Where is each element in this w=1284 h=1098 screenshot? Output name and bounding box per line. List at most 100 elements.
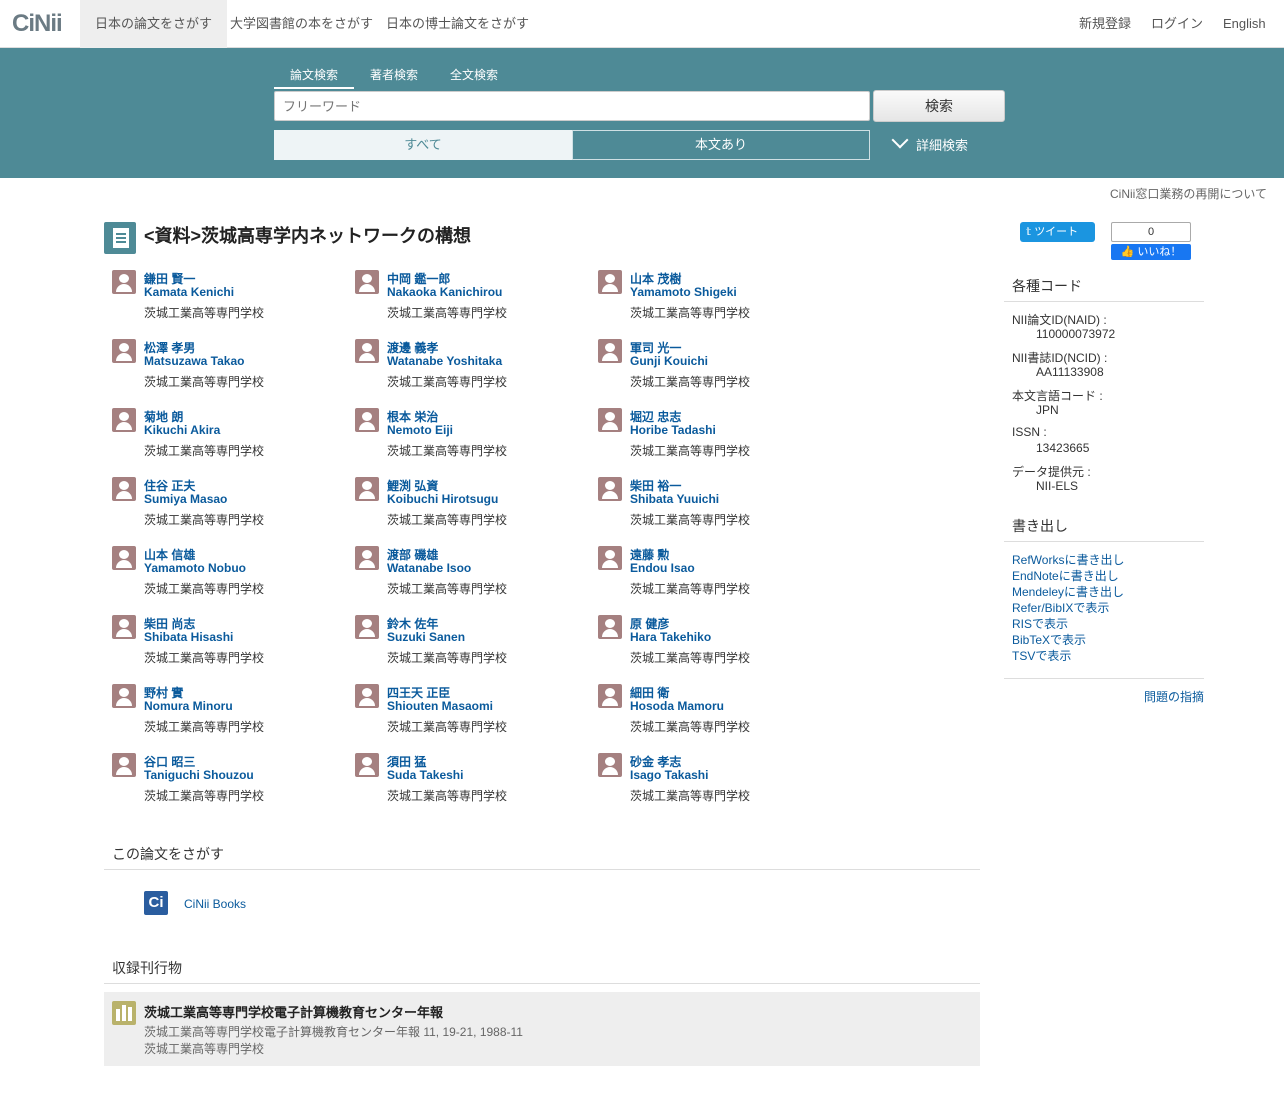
author-name-en[interactable]: Nemoto Eiji (387, 423, 453, 437)
author-name-en[interactable]: Kikuchi Akira (144, 423, 220, 437)
export-link[interactable]: TSVで表示 (1012, 647, 1071, 664)
avatar-icon (355, 408, 379, 432)
author-name-en[interactable]: Shiouten Masaomi (387, 699, 493, 713)
nav-tab-books[interactable]: 大学図書館の本をさがす (215, 0, 388, 48)
avatar-icon (355, 339, 379, 363)
author-name-en[interactable]: Watanabe Isoo (387, 561, 471, 575)
filter-fulltext[interactable]: 本文あり (572, 130, 870, 160)
author-affiliation: 茨城工業高等専門学校 (387, 582, 508, 596)
export-link[interactable]: Refer/BibIXで表示 (1012, 599, 1109, 616)
author-name-en[interactable]: Kamata Kenichi (144, 285, 234, 299)
avatar-icon (355, 546, 379, 570)
author-item: 谷口 昭三 Taniguchi Shouzou 茨城工業高等専門学校 (112, 753, 352, 813)
search-button[interactable]: 検索 (873, 90, 1005, 122)
author-item: 鈴木 佐年 Suzuki Sanen 茨城工業高等専門学校 (355, 615, 595, 675)
export-link[interactable]: Mendeleyに書き出し (1012, 583, 1124, 600)
chevron-down-icon (891, 131, 909, 149)
author-name-en[interactable]: Nakaoka Kanichirou (387, 285, 502, 299)
like-button[interactable]: 👍 いいね！ (1111, 244, 1191, 260)
author-affiliation: 茨城工業高等専門学校 (630, 720, 751, 734)
author-name-en[interactable]: Koibuchi Hirotsugu (387, 492, 498, 506)
tab-fulltext-search[interactable]: 全文検索 (450, 66, 498, 87)
avatar-icon (355, 615, 379, 639)
like-label: いいね！ (1137, 246, 1182, 258)
author-name-en[interactable]: Watanabe Yoshitaka (387, 354, 502, 368)
author-name-en[interactable]: Yamamoto Nobuo (144, 561, 246, 575)
avatar-icon (112, 339, 136, 363)
search-input[interactable] (274, 91, 870, 121)
author-affiliation: 茨城工業高等専門学校 (387, 789, 508, 803)
cinii-books-link[interactable]: CiNii Books (184, 897, 246, 911)
author-affiliation: 茨城工業高等専門学校 (144, 789, 265, 803)
author-name-en[interactable]: Nomura Minoru (144, 699, 233, 713)
author-affiliation: 茨城工業高等専門学校 (144, 720, 265, 734)
author-item: 中岡 鑑一郎 Nakaoka Kanichirou 茨城工業高等専門学校 (355, 270, 595, 330)
author-name-en[interactable]: Suzuki Sanen (387, 630, 465, 644)
search-band: 論文検索 著者検索 全文検索 検索 すべて 本文あり 詳細検索 (0, 48, 1284, 178)
export-link[interactable]: RISで表示 (1012, 615, 1068, 632)
avatar-icon (598, 753, 622, 777)
author-name-en[interactable]: Endou Isao (630, 561, 695, 575)
author-item: 鯉渕 弘資 Koibuchi Hirotsugu 茨城工業高等専門学校 (355, 477, 595, 537)
author-affiliation: 茨城工業高等専門学校 (630, 444, 751, 458)
avatar-icon (598, 339, 622, 363)
avatar-icon (598, 546, 622, 570)
like-count: 0 (1111, 222, 1191, 242)
divider (1004, 541, 1204, 542)
divider (104, 983, 980, 984)
avatar-icon (598, 684, 622, 708)
journal-card[interactable]: 茨城工業高等専門学校電子計算機教育センター年報 茨城工業高等専門学校電子計算機教… (104, 992, 980, 1066)
tab-author-search[interactable]: 著者検索 (370, 66, 418, 87)
avatar-icon (598, 615, 622, 639)
author-name-en[interactable]: Taniguchi Shouzou (144, 768, 254, 782)
tweet-button[interactable]: 𝕥 ツイート (1020, 222, 1095, 242)
author-name-en[interactable]: Hara Takehiko (630, 630, 711, 644)
avatar-icon (112, 615, 136, 639)
register-link[interactable]: 新規登録 (1079, 0, 1131, 48)
notice-link[interactable]: CiNii窓口業務の再開について (1110, 185, 1267, 202)
author-name-en[interactable]: Horibe Tadashi (630, 423, 716, 437)
filter-all[interactable]: すべて (274, 130, 572, 160)
export-link[interactable]: BibTeXで表示 (1012, 631, 1086, 648)
english-link[interactable]: English (1223, 0, 1266, 48)
avatar-icon (355, 270, 379, 294)
code-value: NII-ELS (1036, 479, 1079, 493)
author-affiliation: 茨城工業高等専門学校 (144, 582, 265, 596)
journal-title[interactable]: 茨城工業高等専門学校電子計算機教育センター年報 (144, 1002, 443, 1021)
tab-article-search[interactable]: 論文検索 (274, 66, 354, 89)
facebook-like[interactable]: 0 👍 いいね！ (1111, 222, 1191, 262)
author-item: 山本 信雄 Yamamoto Nobuo 茨城工業高等専門学校 (112, 546, 352, 606)
author-item: 四王天 正臣 Shiouten Masaomi 茨城工業高等専門学校 (355, 684, 595, 744)
top-nav: CiNii 日本の論文をさがす 大学図書館の本をさがす 日本の博士論文をさがす … (0, 0, 1284, 48)
nav-tab-articles[interactable]: 日本の論文をさがす (80, 0, 228, 48)
report-issue-link[interactable]: 問題の指摘 (1144, 688, 1204, 705)
author-name-en[interactable]: Shibata Yuuichi (630, 492, 719, 506)
export-link[interactable]: EndNoteに書き出し (1012, 567, 1119, 584)
cinii-logo[interactable]: CiNii (12, 10, 63, 38)
author-affiliation: 茨城工業高等専門学校 (144, 306, 265, 320)
journal-heading: 収録刊行物 (112, 960, 182, 976)
author-name-en[interactable]: Suda Takeshi (387, 768, 463, 782)
code-label: ISSN : (1012, 425, 1047, 439)
code-label: 本文言語コード : (1012, 389, 1103, 403)
advanced-search-toggle[interactable]: 詳細検索 (890, 131, 969, 154)
author-item: 須田 猛 Suda Takeshi 茨城工業高等専門学校 (355, 753, 595, 813)
author-name-en[interactable]: Gunji Kouichi (630, 354, 708, 368)
avatar-icon (112, 408, 136, 432)
author-item: 住谷 正夫 Sumiya Masao 茨城工業高等専門学校 (112, 477, 352, 537)
author-name-en[interactable]: Yamamoto Shigeki (630, 285, 737, 299)
author-name-en[interactable]: Isago Takashi (630, 768, 708, 782)
nav-tab-dissertations[interactable]: 日本の博士論文をさがす (371, 0, 544, 48)
login-link[interactable]: ログイン (1151, 0, 1203, 48)
advanced-search-label: 詳細検索 (916, 138, 969, 153)
code-value[interactable]: AA11133908 (1036, 365, 1104, 379)
author-name-en[interactable]: Shibata Hisashi (144, 630, 233, 644)
author-affiliation: 茨城工業高等専門学校 (630, 582, 751, 596)
author-affiliation: 茨城工業高等専門学校 (387, 651, 508, 665)
author-affiliation: 茨城工業高等専門学校 (630, 789, 751, 803)
author-item: 軍司 光一 Gunji Kouichi 茨城工業高等専門学校 (598, 339, 838, 399)
author-name-en[interactable]: Matsuzawa Takao (144, 354, 244, 368)
author-name-en[interactable]: Sumiya Masao (144, 492, 227, 506)
export-link[interactable]: RefWorksに書き出し (1012, 551, 1124, 568)
author-name-en[interactable]: Hosoda Mamoru (630, 699, 724, 713)
